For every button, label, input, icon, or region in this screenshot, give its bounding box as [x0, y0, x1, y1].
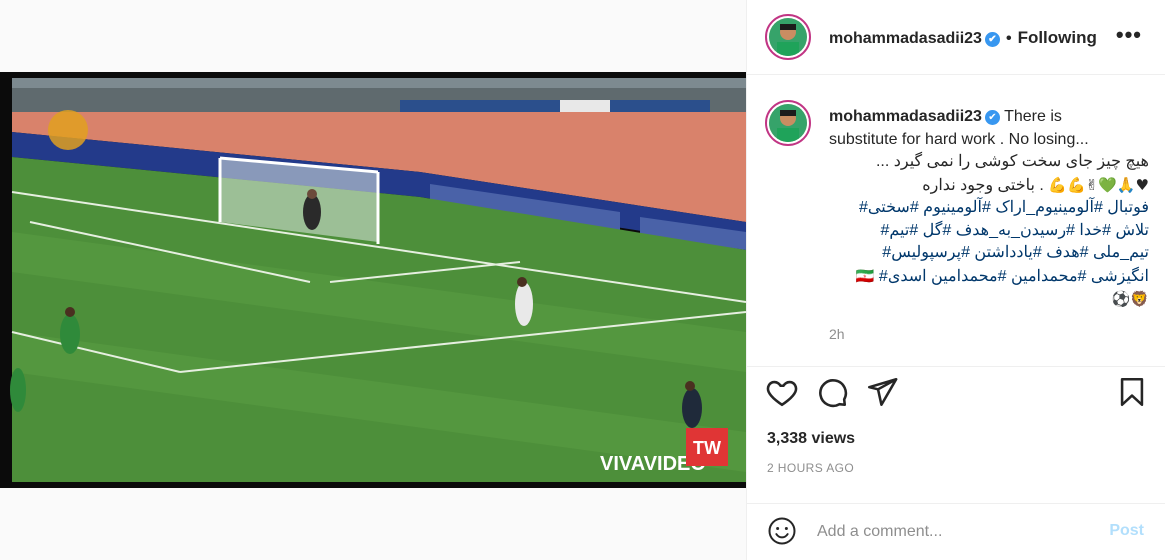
hashtags-line-1[interactable]: فوتبال #آلومینیوم_اراک #آلومینیوم #سختی# — [829, 197, 1149, 220]
heart-icon[interactable] — [765, 375, 799, 409]
bookmark-icon[interactable] — [1115, 375, 1149, 409]
caption-time-ago[interactable]: 2h — [829, 326, 845, 342]
views-count[interactable]: 3,338 views — [767, 430, 855, 448]
caption-emoji-row: ♥🙏💚✌💪💪 — [1048, 175, 1149, 194]
comment-bar: Post — [747, 503, 1165, 560]
verified-badge-icon: ✔ — [984, 110, 1000, 125]
caption-line-1: There is — [1004, 108, 1062, 125]
action-bar — [747, 366, 1165, 416]
avatar[interactable] — [765, 14, 811, 60]
comment-input[interactable] — [817, 521, 1087, 543]
hashtags-line-4-row: انگیزشی #محمدامین #محمدامین اسدی# 🇮🇷 — [829, 265, 1149, 289]
share-icon[interactable] — [865, 375, 899, 409]
caption-username[interactable]: mohammadasadii23 — [829, 108, 982, 125]
caption-line-3: هیچ چیز جای سخت کوشی را نمی گیرد ... — [875, 153, 1149, 170]
post-side-panel: mohammadasadii23 ✔ • Following ••• mohammad… — [746, 0, 1165, 560]
caption-emoji-end: 🦁⚽ — [1111, 290, 1149, 308]
caption-avatar[interactable] — [765, 100, 811, 146]
post-comment-button[interactable]: Post — [1109, 522, 1144, 540]
hashtags-line-3[interactable]: تیم_ملی #هدف #یادداشتن #پرسپولیس# — [829, 242, 1149, 265]
comment-icon[interactable] — [815, 375, 849, 409]
following-button[interactable]: Following — [1018, 28, 1097, 47]
more-options-icon[interactable]: ••• — [1116, 22, 1142, 48]
avatar-photo — [769, 18, 807, 56]
caption-line-2: substitute for hard work . No losing... — [829, 130, 1089, 148]
instagram-post-page: VIVAVIDEO TW mohammadasadii23 ✔ • Following… — [0, 0, 1165, 560]
verified-badge-icon: ✔ — [984, 32, 1000, 47]
emoji-icon[interactable] — [767, 516, 797, 546]
hashtags-line-2[interactable]: تلاش #خدا #رسیدن_به_هدف #گل #تیم# — [829, 220, 1149, 243]
caption-section: mohammadasadii23 ✔ There is substitute fo… — [747, 76, 1165, 366]
header-username-row: mohammadasadii23 ✔ • Following — [829, 28, 1097, 48]
iran-flag-icon: 🇮🇷 — [855, 266, 875, 285]
caption-line-4-text: . باختی وجود نداره — [922, 176, 1044, 194]
caption-line-4: ♥🙏💚✌💪💪 . باختی وجود نداره — [829, 174, 1149, 198]
header-username[interactable]: mohammadasadii23 — [829, 30, 982, 47]
hashtags-line-4[interactable]: انگیزشی #محمدامین #محمدامین اسدی# — [879, 268, 1149, 285]
tw-badge: TW — [693, 438, 721, 458]
video-frame: VIVAVIDEO TW — [0, 72, 746, 488]
separator-dot: • — [1005, 30, 1012, 47]
post-video[interactable]: VIVAVIDEO TW — [0, 72, 746, 488]
caption-text: mohammadasadii23 ✔ There is substitute fo… — [829, 106, 1149, 311]
avatar-photo — [769, 104, 807, 142]
post-header: mohammadasadii23 ✔ • Following ••• — [747, 0, 1165, 75]
post-timestamp[interactable]: 2 HOURS AGO — [767, 461, 854, 475]
